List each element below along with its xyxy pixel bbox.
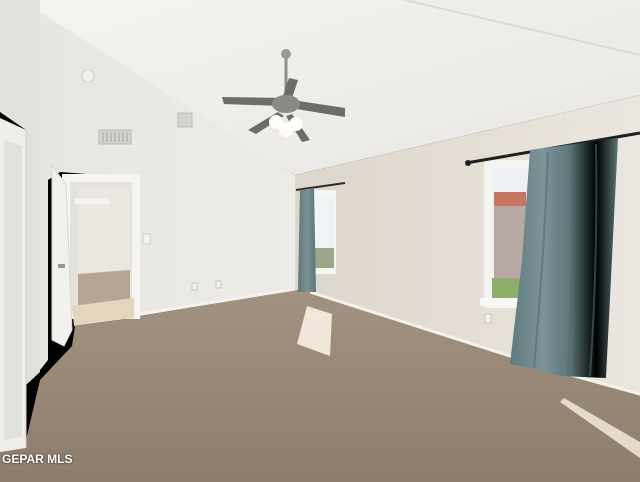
far-curtain xyxy=(298,188,316,292)
rod-finial xyxy=(465,160,471,166)
hallway-shelf xyxy=(75,198,109,204)
door-handle xyxy=(58,264,65,268)
wall-vent-slats xyxy=(102,132,128,142)
right-window-roof xyxy=(494,192,526,206)
photo-scene xyxy=(0,0,640,482)
mls-watermark: GEPAR MLS xyxy=(2,452,73,466)
closet-door-inner xyxy=(4,140,22,440)
wall-outlet xyxy=(484,313,492,324)
far-window-foliage xyxy=(314,248,334,268)
light-switch xyxy=(142,233,151,245)
wall-outlet-left xyxy=(191,282,198,291)
upper-vent xyxy=(177,112,193,128)
bedroom-photo: GEPAR MLS xyxy=(0,0,640,482)
wall-outlet-mid xyxy=(215,280,222,289)
smoke-detector xyxy=(81,69,95,83)
